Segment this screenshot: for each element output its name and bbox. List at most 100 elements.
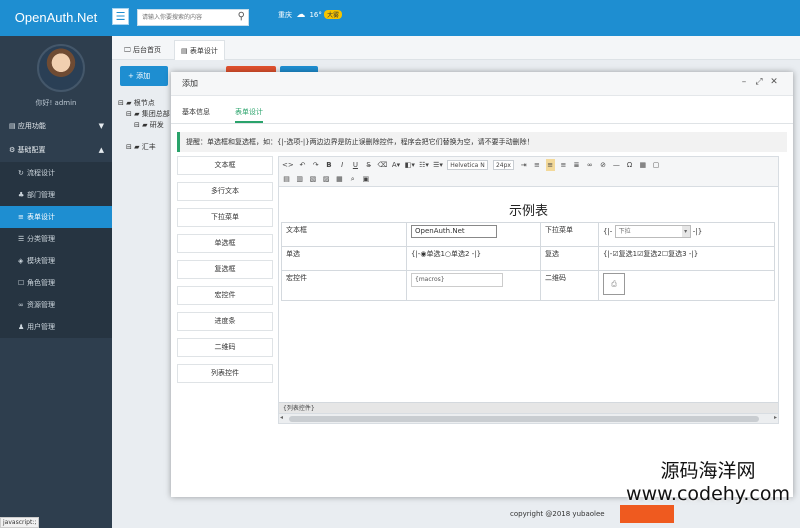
watermark-line: 源码海洋网 [660,460,756,482]
special-char-icon[interactable]: Ω [625,159,634,171]
widget-progress-button[interactable]: 进度条 [177,312,273,331]
sidebar: 你好! admin ▤ 应用功能 ▼ ⚙ 基础配置 ▲ ↻ 流程设计 ♣ 部门管理 … [0,36,112,528]
checkbox-label: 复选3 [668,250,687,258]
widget-select-button[interactable]: 下拉菜单 [177,208,273,227]
clear-format-icon[interactable]: ⌫ [377,159,387,171]
footer-action-button[interactable] [620,505,674,523]
indent-icon[interactable]: ⇥ [519,159,528,171]
italic-icon[interactable]: I [338,159,347,171]
split-cells-icon[interactable]: ▨ [322,173,331,185]
minimize-icon[interactable]: – [739,77,749,87]
sidebar-group-config[interactable]: ⚙ 基础配置 ▲ [0,138,112,162]
sidebar-group-apps[interactable]: ▤ 应用功能 ▼ [0,114,112,138]
avatar[interactable] [37,44,85,92]
sidebar-item-label: 用户管理 [27,323,55,331]
scrollbar-thumb[interactable] [289,416,759,422]
maximize-icon[interactable]: ⤢ [754,77,764,87]
insert-row-icon[interactable]: ▤ [282,173,291,185]
tab-home[interactable]: 🖵 后台首页 [118,40,167,60]
tab-label: 后台首页 [132,46,161,54]
add-button[interactable]: + 添加 [120,66,168,86]
table-cell-label: 宏控件 [281,270,407,301]
scroll-left-icon[interactable]: ◂ [280,414,283,421]
hr-icon[interactable]: — [612,159,621,171]
link-icon[interactable]: ∞ [585,159,594,171]
tab-form-design[interactable]: ▤ 表单设计 [174,40,225,60]
dropdown-field[interactable]: 下拉 ▾ [614,225,691,238]
strikethrough-icon[interactable]: S̶ [364,159,373,171]
sidebar-item-resource[interactable]: ∞ 资源管理 [0,294,112,316]
undo-icon[interactable]: ↶ [298,159,307,171]
widget-radio-button[interactable]: 单选框 [177,234,273,253]
watermark-line: www.codehy.com [626,483,790,505]
bg-color-icon[interactable]: ◧▾ [405,159,415,171]
table-icon[interactable]: ▦ [638,159,647,171]
module-icon: ◈ [18,257,24,265]
top-header: OpenAuth.Net ☰ ⚲ 重庆 ☁ 16° 大雾 [0,0,800,36]
sidebar-item-category[interactable]: ☰ 分类管理 [0,228,112,250]
status-bar: javascript:; [0,517,40,528]
widget-macro-button[interactable]: 宏控件 [177,286,273,305]
sidebar-item-role[interactable]: ☐ 角色管理 [0,272,112,294]
merge-cells-icon[interactable]: ▧ [308,173,317,185]
scroll-right-icon[interactable]: ▸ [774,414,777,421]
dialog-tabs: 基本信息 表单设计 [171,102,793,124]
widget-checkbox-button[interactable]: 复选框 [177,260,273,279]
bullet-list-icon[interactable]: ☰▾ [433,159,443,171]
font-family-select[interactable]: Helvetica N [447,160,488,170]
sidebar-item-org[interactable]: ♣ 部门管理 [0,184,112,206]
align-right-icon[interactable]: ≡ [559,159,568,171]
table-props-icon[interactable]: ▦ [335,173,344,185]
save-icon[interactable]: ▣ [361,173,370,185]
tree-node[interactable]: ⊟ ▰ 根节点 [118,98,170,109]
tree-node[interactable]: ⊟ ▰ 汇丰 [118,142,170,153]
horizontal-scrollbar[interactable]: ◂ ▸ [279,413,778,423]
justify-icon[interactable]: ≣ [572,159,581,171]
brand-logo[interactable]: OpenAuth.Net [0,0,112,36]
ordered-list-icon[interactable]: ☷▾ [419,159,429,171]
widget-textarea-button[interactable]: 多行文本 [177,182,273,201]
font-color-icon[interactable]: A▾ [392,159,401,171]
preview-icon[interactable]: ▢ [652,159,661,171]
close-icon[interactable]: ✕ [769,77,779,87]
checkbox-label: 复选1 [618,250,638,258]
dialog-title: 添加 [182,79,198,88]
qrcode-image-icon[interactable]: ⎙ [603,273,625,295]
redo-icon[interactable]: ↷ [311,159,320,171]
font-size-select[interactable]: 24px [492,160,514,170]
widget-qrcode-button[interactable]: 二维码 [177,338,273,357]
bold-icon[interactable]: B [324,159,333,171]
sidebar-item-user[interactable]: ♟ 用户管理 [0,316,112,338]
search-icon[interactable]: ⚲ [238,11,245,22]
tree-node[interactable]: ⊟ ▰ 研发 [118,120,170,131]
text-field[interactable]: OpenAuth.Net [411,225,497,238]
form-table: 文本框 OpenAuth.Net 下拉菜单 {|- 下拉 ▾ -|} 单选 {|-… [281,222,775,301]
form-canvas[interactable]: 示例表 文本框 OpenAuth.Net 下拉菜单 {|- 下拉 ▾ -|} 单选… [279,188,778,413]
hamburger-icon[interactable]: ☰ [112,8,129,25]
checkbox-label: 复选2 [643,250,662,258]
widget-list-button[interactable]: 列表控件 [177,364,273,383]
table-row: 文本框 OpenAuth.Net 下拉菜单 {|- 下拉 ▾ -|} [281,222,775,247]
editor-toolbar: <> ↶ ↷ B I U S̶ ⌫ A▾ ◧▾ ☷▾ ☰▾ Helvetica … [279,157,778,187]
search-input[interactable] [138,10,232,25]
align-left-icon[interactable]: ≡ [532,159,541,171]
underline-icon[interactable]: U [351,159,360,171]
sidebar-item-module[interactable]: ◈ 模块管理 [0,250,112,272]
table-cell-label: 下拉菜单 [540,222,599,247]
sidebar-item-form[interactable]: ≡ 表单设计 [0,206,112,228]
align-center-icon[interactable]: ≡ [545,159,555,171]
macro-field[interactable]: {macros} [411,273,503,287]
search-replace-icon[interactable]: ⌕ [348,173,357,185]
unlink-icon[interactable]: ⊘ [599,159,608,171]
list-control-bar[interactable]: {列表控件} [279,402,778,413]
tab-basic-info[interactable]: 基本信息 [182,107,210,117]
source-icon[interactable]: <> [282,159,294,171]
insert-col-icon[interactable]: ▥ [295,173,304,185]
tab-label: 表单设计 [189,47,218,55]
widget-textbox-button[interactable]: 文本框 [177,156,273,175]
table-row: 单选 {|-◉单选1○单选2 -|} 复选 {|-☑复选1☑复选2☐复选3 -|… [281,246,775,271]
tree-node[interactable]: ⊟ ▰ 集团总部 [118,109,170,120]
cloud-icon: ☁ [296,10,306,20]
tab-form-design[interactable]: 表单设计 [235,107,263,123]
sidebar-item-flow[interactable]: ↻ 流程设计 [0,162,112,184]
